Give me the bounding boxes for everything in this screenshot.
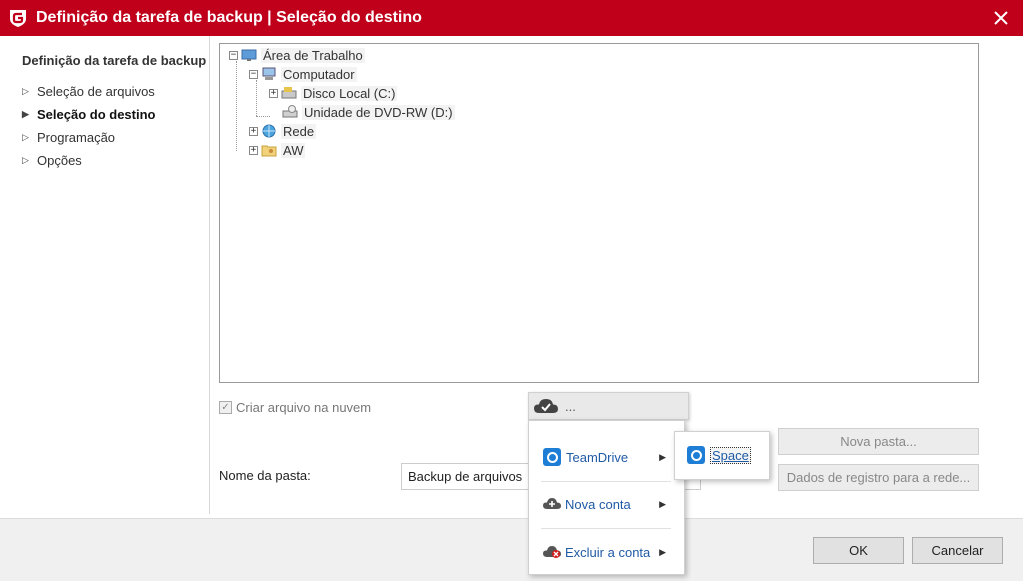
collapse-icon[interactable]: − [229,50,238,60]
nav-item-file-selection[interactable]: ▷ Seleção de arquivos [22,82,155,100]
folder-tree[interactable]: − Área de Trabalho − Computador + Disco … [219,43,979,383]
tree-node-label: AW [281,142,306,158]
menu-item-label: Nova conta [565,496,631,512]
hard-drive-icon [281,87,297,99]
computer-icon [262,67,276,80]
tree-node-dvd-drive[interactable]: Unidade de DVD-RW (D:) [282,103,455,121]
triangle-right-filled-icon: ▶ [22,108,29,119]
tree-line [256,80,257,116]
tree-line [256,116,270,117]
triangle-right-icon: ▷ [22,154,29,165]
menu-item-new-account[interactable]: Nova conta ▶ [529,490,684,518]
tree-node-label: Unidade de DVD-RW (D:) [302,104,455,120]
submenu-arrow-icon: ▶ [659,451,666,462]
menu-separator [541,528,671,529]
collapse-icon[interactable]: − [249,69,258,79]
submenu-arrow-icon: ▶ [659,546,666,557]
user-folder-icon [261,145,277,157]
checkbox-checked-icon[interactable]: ✓ [219,401,232,414]
network-login-button[interactable]: Dados de registro para a rede... [778,464,979,491]
teamdrive-icon [543,448,561,466]
dialog-footer: OK Cancelar [0,518,1023,581]
new-folder-button[interactable]: Nova pasta... [778,428,979,455]
nav-item-label: Seleção do destino [37,106,156,122]
menu-item-label: TeamDrive [566,449,629,465]
submenu-arrow-icon: ▶ [659,498,666,509]
gdata-logo-icon [10,10,26,27]
menu-item-label: Excluir a conta [565,544,651,560]
title-bar: Definição da tarefa de backup | Seleção … [0,0,1023,36]
wizard-nav: Definição da tarefa de backup ▷ Seleção … [0,36,210,514]
expand-icon[interactable]: + [249,126,258,136]
ok-button[interactable]: OK [813,537,904,564]
cloud-context-menu: TeamDrive ▶ Nova conta ▶ Excluir a conta… [528,420,685,575]
window-title: Definição da tarefa de backup | Seleção … [36,9,422,26]
tree-node-label: Disco Local (C:) [301,85,398,101]
cloud-archive-checkbox[interactable]: ✓ Criar arquivo na nuvem [219,400,371,415]
triangle-right-icon: ▷ [22,85,29,96]
nav-item-label: Opções [37,152,82,168]
nav-header: Definição da tarefa de backup [22,53,207,68]
nav-item-options[interactable]: ▷ Opções [22,151,82,169]
menu-item-delete-account[interactable]: Excluir a conta ▶ [529,538,684,566]
desktop-icon [241,49,257,61]
submenu-item-space[interactable]: Space [687,446,751,464]
expand-icon[interactable]: + [249,145,258,155]
nav-item-schedule[interactable]: ▷ Programação [22,128,115,146]
close-button[interactable] [987,4,1015,32]
teamdrive-icon [687,446,705,464]
folder-name-label: Nome da pasta: [219,468,311,483]
tree-node-label: Área de Trabalho [261,47,365,63]
nav-item-label: Programação [37,129,116,145]
cloud-add-icon [543,498,561,509]
cancel-button[interactable]: Cancelar [912,537,1003,564]
tree-node-local-disk[interactable]: + Disco Local (C:) [269,84,398,102]
tree-node-desktop[interactable]: − Área de Trabalho [229,46,365,64]
nav-item-destination-selection[interactable]: ▶ Seleção do destino [22,105,155,123]
tree-node-network[interactable]: + Rede [249,122,317,140]
menu-separator [541,481,671,482]
cloud-provider-dropdown[interactable]: ... [528,392,689,420]
tree-node-computer[interactable]: − Computador [249,65,357,83]
cloud-archive-label: Criar arquivo na nuvem [236,400,372,415]
nav-item-label: Seleção de arquivos [37,83,155,99]
teamdrive-submenu: Space [674,431,770,480]
expand-icon[interactable]: + [269,88,278,98]
submenu-item-label: Space [710,446,751,464]
tree-node-user[interactable]: + AW [249,141,306,159]
cloud-icon [534,399,558,413]
tree-node-label: Rede [281,123,317,139]
cloud-delete-icon [543,546,561,558]
close-icon [994,11,1008,25]
tree-node-label: Computador [281,66,357,82]
tree-line [236,61,237,151]
menu-item-teamdrive[interactable]: TeamDrive ▶ [529,443,684,471]
cloud-dropdown-label: ... [565,398,576,414]
dvd-drive-icon [282,105,298,118]
dialog-body: Definição da tarefa de backup ▷ Seleção … [0,36,1023,518]
network-icon [262,124,276,138]
triangle-right-icon: ▷ [22,131,29,142]
